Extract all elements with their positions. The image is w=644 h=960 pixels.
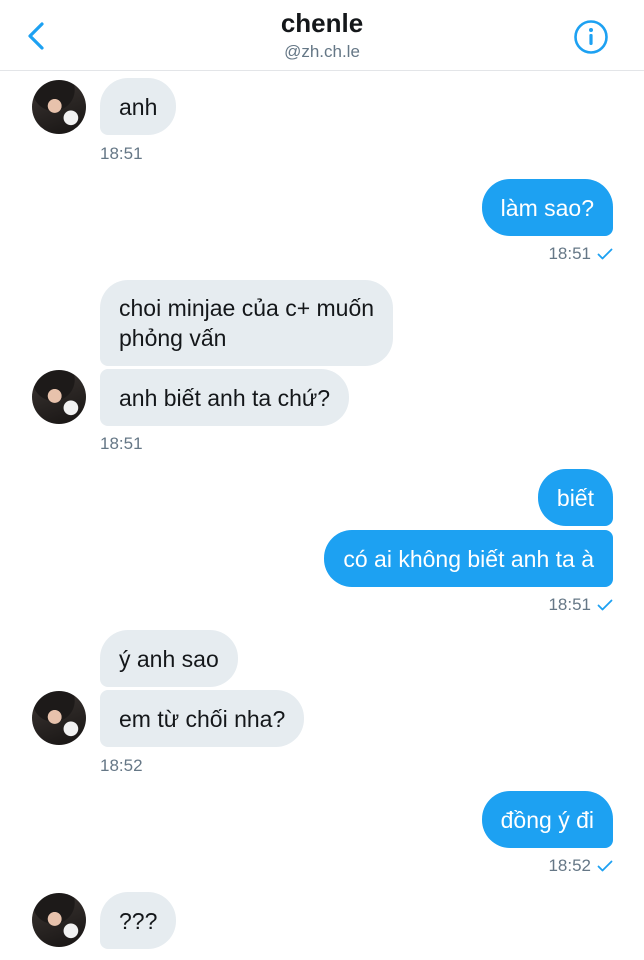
message-text: anh: [119, 94, 158, 120]
avatar[interactable]: [32, 893, 86, 947]
message-text: đồng ý đi: [500, 807, 594, 833]
message-timestamp: 18:51: [548, 595, 591, 614]
check-icon: [597, 248, 613, 260]
check-icon: [597, 860, 613, 872]
message-bubble-outgoing[interactable]: làm sao?: [481, 179, 613, 236]
avatar[interactable]: [32, 370, 86, 424]
message-status: 18:51: [548, 244, 613, 264]
message-text-line: phỏng vấn: [119, 325, 227, 351]
message-status: 18:51: [548, 595, 613, 615]
message-text: em từ chối nha?: [119, 706, 286, 732]
message-bubble-incoming[interactable]: ý anh sao: [100, 630, 238, 687]
avatar[interactable]: [32, 691, 86, 745]
message-text: ???: [119, 908, 158, 934]
message-bubble-incoming[interactable]: ???: [100, 892, 177, 949]
conversation-header: chenle @zh.ch.le: [0, 0, 644, 71]
message-bubble-outgoing[interactable]: biết: [537, 469, 613, 526]
message-timestamp: 18:52: [100, 756, 143, 775]
message-bubble-incoming[interactable]: anh: [100, 78, 177, 135]
message-text: làm sao?: [500, 195, 594, 221]
message-bubble-incoming[interactable]: anh biết anh ta chứ?: [100, 369, 350, 426]
avatar[interactable]: [32, 80, 86, 134]
message-bubble-incoming[interactable]: choi minjae của c+ muốn phỏng vấn: [100, 280, 394, 366]
message-timestamp: 18:51: [100, 144, 143, 163]
contact-name: chenle: [280, 8, 364, 38]
message-text: ý anh sao: [119, 646, 219, 672]
message-bubble-outgoing[interactable]: có ai không biết anh ta à: [324, 530, 613, 587]
message-status: 18:52: [548, 856, 613, 876]
message-text: anh biết anh ta chứ?: [119, 385, 331, 411]
message-bubble-incoming[interactable]: em từ chối nha?: [100, 690, 305, 747]
message-text-line: choi minjae của c+ muốn: [119, 295, 375, 321]
info-icon[interactable]: [573, 19, 609, 55]
message-text: có ai không biết anh ta à: [343, 546, 594, 572]
message-bubble-outgoing[interactable]: đồng ý đi: [481, 791, 613, 848]
contact-handle: @zh.ch.le: [284, 42, 360, 61]
message-timestamp: 18:52: [548, 856, 591, 875]
message-text: biết: [556, 485, 594, 511]
check-icon: [597, 599, 613, 611]
message-timestamp: 18:51: [548, 244, 591, 263]
message-timestamp: 18:51: [100, 434, 143, 453]
